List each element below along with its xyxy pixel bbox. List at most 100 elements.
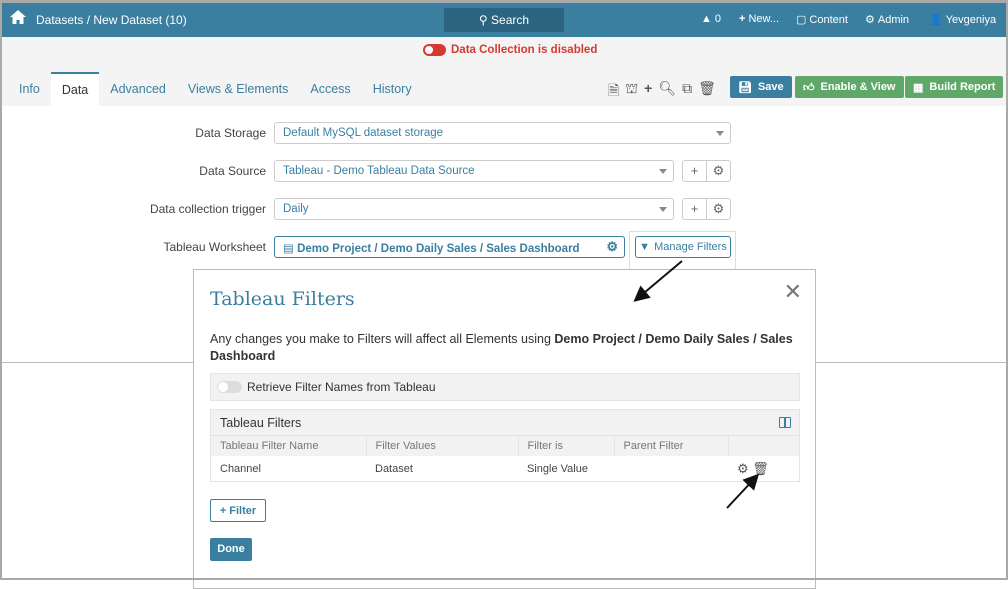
column-header: Parent Filter xyxy=(614,436,729,456)
document-icon[interactable]: 🗎 xyxy=(608,80,619,104)
gear-icon[interactable]: ⚙ xyxy=(706,161,730,181)
new-label: New... xyxy=(748,13,780,25)
worksheet-select[interactable]: ▤ Demo Project / Demo Daily Sales / Sale… xyxy=(274,236,625,258)
filters-panel: Tableau Filters Tableau Filter Name Filt… xyxy=(210,409,800,482)
breadcrumb[interactable]: Datasets / New Dataset (10) xyxy=(36,13,187,27)
admin-button[interactable]: ⚙ Admin xyxy=(865,13,910,27)
close-icon[interactable]: ✕ xyxy=(784,279,802,305)
user-icon: 👤 xyxy=(929,14,943,26)
home-icon[interactable] xyxy=(9,9,27,25)
chevron-down-icon xyxy=(716,131,724,136)
table-header: Tableau Filter Name Filter Values Filter… xyxy=(211,436,799,456)
filter-is: Single Value xyxy=(527,462,588,475)
tab-history[interactable]: History xyxy=(362,72,423,106)
parent-filter xyxy=(614,456,728,481)
manage-filters-button[interactable]: ▼ Manage Filters xyxy=(635,236,731,258)
alerts-count: 0 xyxy=(714,13,722,25)
add-icon[interactable]: + xyxy=(683,161,706,181)
build-report-button[interactable]: ▦ Build Report xyxy=(905,76,1004,98)
content-button[interactable]: ▢ Content xyxy=(796,13,848,27)
data-collection-toggle[interactable]: Data Collection is disabled xyxy=(423,44,597,56)
trash-icon[interactable]: 🗑︎ xyxy=(752,461,769,476)
warning-icon: ▲ xyxy=(701,13,712,25)
worksheet-value: Demo Project / Demo Daily Sales / Sales … xyxy=(297,243,580,255)
column-header-actions xyxy=(728,436,799,456)
column-header: Tableau Filter Name xyxy=(211,436,367,456)
trigger-value: Daily xyxy=(283,203,309,215)
add-icon[interactable]: + xyxy=(683,199,706,219)
trigger-actions: + ⚙ xyxy=(682,198,731,220)
tab-bar: Info Data Advanced Views & Elements Acce… xyxy=(8,72,423,106)
data-source-label: Data Source xyxy=(199,164,266,178)
panel-title: Tableau Filters xyxy=(220,416,302,430)
filters-table: Tableau Filter Name Filter Values Filter… xyxy=(211,436,799,481)
new-button[interactable]: + New... xyxy=(739,13,779,25)
content-label: Content xyxy=(809,13,848,26)
save-button[interactable]: 💾︎ Save xyxy=(730,76,792,98)
floppy-icon: 💾︎ xyxy=(738,81,752,94)
retrieve-label: Retrieve Filter Names from Tableau xyxy=(247,380,436,394)
data-storage-value: Default MySQL dataset storage xyxy=(283,127,444,139)
filter-values: Dataset xyxy=(375,462,413,475)
hierarchy-icon[interactable]: ⛫ xyxy=(625,80,638,104)
data-source-value: Tableau - Demo Tableau Data Source xyxy=(283,165,475,177)
chevron-down-icon xyxy=(659,169,667,174)
search-button[interactable]: ⚲ Search xyxy=(444,8,564,32)
done-button[interactable]: Done xyxy=(210,538,252,561)
column-header: Filter is xyxy=(518,436,615,456)
plus-icon[interactable]: + xyxy=(644,80,652,104)
gear-icon[interactable]: ⚙ xyxy=(606,239,618,255)
toggle-switch[interactable] xyxy=(423,44,446,56)
worksheet-icon: ▤ xyxy=(283,243,294,255)
save-label: Save xyxy=(757,81,784,93)
data-collection-status: Data Collection is disabled xyxy=(451,44,598,56)
thumbs-up-icon: 👍︎ xyxy=(803,81,815,94)
search-label: Search xyxy=(491,13,530,27)
admin-label: Admin xyxy=(877,13,910,26)
enable-view-button[interactable]: 👍︎ Enable & View xyxy=(795,76,904,98)
worksheet-row: Tableau Worksheet ▤ Demo Project / Demo … xyxy=(0,236,1008,258)
gear-icon: ⚙ xyxy=(865,14,875,26)
columns-icon[interactable] xyxy=(779,417,791,428)
panel-header: Tableau Filters xyxy=(211,410,799,436)
chevron-down-icon xyxy=(659,207,667,212)
user-menu[interactable]: 👤 Yevgeniya xyxy=(929,13,996,27)
top-nav-bar: Datasets / New Dataset (10) ⚲ Search ▲ 0 … xyxy=(0,0,1008,37)
add-filter-button[interactable]: + Filter xyxy=(210,499,266,522)
retrieve-toggle[interactable] xyxy=(217,381,242,393)
folder-icon: ▢ xyxy=(796,14,807,26)
search-icon[interactable]: 🔍︎ xyxy=(658,80,676,104)
tool-icons: 🗎 ⛫ + 🔍︎ ⧉ 🗑︎ xyxy=(608,80,716,104)
tab-access[interactable]: Access xyxy=(299,72,361,106)
plus-icon: + xyxy=(739,13,746,25)
modal-notice: Any changes you make to Filters will aff… xyxy=(210,331,800,365)
retrieve-filter-names: Retrieve Filter Names from Tableau xyxy=(210,373,800,401)
table-row: Channel Dataset Single Value ⚙ 🗑︎ xyxy=(211,456,799,481)
tab-advanced[interactable]: Advanced xyxy=(99,72,177,106)
tab-views-elements[interactable]: Views & Elements xyxy=(177,72,300,106)
build-report-label: Build Report xyxy=(929,81,996,93)
add-filter-label: Filter xyxy=(229,504,257,517)
gear-icon[interactable]: ⚙ xyxy=(706,199,730,219)
alerts-button[interactable]: ▲ 0 xyxy=(701,13,721,25)
data-storage-row: Data Storage Default MySQL dataset stora… xyxy=(0,122,1008,144)
plus-icon: + xyxy=(219,504,227,517)
filter-icon: ▼ xyxy=(639,241,651,253)
search-icon: ⚲ xyxy=(478,13,488,27)
tab-info[interactable]: Info xyxy=(8,72,51,106)
gear-icon[interactable]: ⚙ xyxy=(737,461,749,476)
trash-icon[interactable]: 🗑︎ xyxy=(698,80,716,104)
data-storage-select[interactable]: Default MySQL dataset storage xyxy=(274,122,731,144)
tab-data[interactable]: Data xyxy=(50,72,100,106)
copy-icon[interactable]: ⧉ xyxy=(682,80,692,104)
trigger-select[interactable]: Daily xyxy=(274,198,674,220)
data-source-select[interactable]: Tableau - Demo Tableau Data Source xyxy=(274,160,674,182)
notice-text: Any changes you make to Filters will aff… xyxy=(210,332,555,346)
trigger-row: Data collection trigger Daily + ⚙ xyxy=(0,198,1008,220)
data-source-actions: + ⚙ xyxy=(682,160,731,182)
data-source-row: Data Source Tableau - Demo Tableau Data … xyxy=(0,160,1008,182)
trigger-label: Data collection trigger xyxy=(149,202,266,216)
worksheet-label: Tableau Worksheet xyxy=(163,240,266,254)
filter-name: Channel xyxy=(220,462,261,475)
column-header: Filter Values xyxy=(366,436,519,456)
